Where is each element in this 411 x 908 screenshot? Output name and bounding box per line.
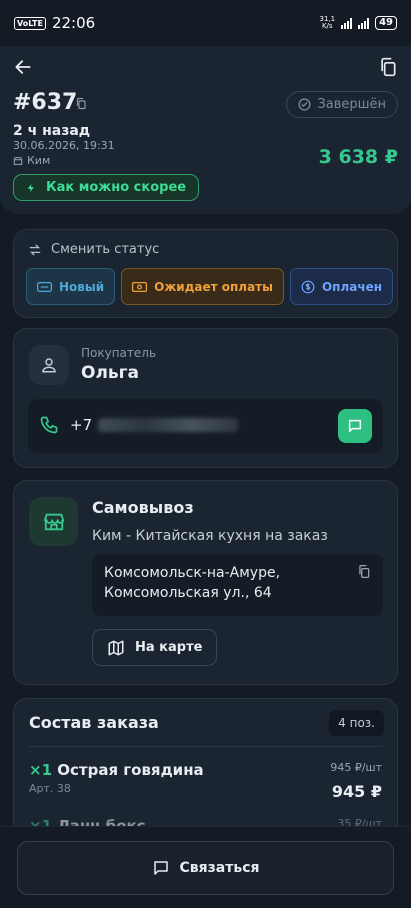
shop-name: Ким <box>13 154 50 167</box>
buyer-name: Ольга <box>81 363 140 383</box>
chat-icon <box>153 861 168 875</box>
phone-number: +7 <box>70 416 239 434</box>
pickup-address: Комсомольск-на-Амуре, Комсомольская ул.,… <box>92 554 383 616</box>
message-button[interactable] <box>338 409 372 443</box>
status-bar: VoLTE 22:06 31,1 K/s 49 <box>0 0 411 46</box>
order-total: 3 638 ₽ <box>318 146 398 168</box>
pickup-title: Самовывоз <box>92 498 194 517</box>
check-circle-icon <box>298 98 311 111</box>
map-icon <box>108 640 124 655</box>
contact-button[interactable]: Связаться <box>17 841 394 895</box>
clock: 22:06 <box>51 14 96 32</box>
pickup-store: Ким - Китайская кухня на заказ <box>92 528 328 544</box>
store-icon <box>13 156 23 165</box>
chat-icon <box>348 419 362 433</box>
status-chip-awaiting-payment[interactable]: Ожидает оплаты <box>121 268 284 305</box>
copy-icon <box>359 565 370 578</box>
pickup-card: Самовывоз Ким - Китайская кухня на заказ… <box>13 480 398 685</box>
item-article: Арт. 38 <box>29 782 71 795</box>
avatar <box>29 345 69 385</box>
buyer-card: Покупатель Ольга +7 <box>13 328 398 468</box>
asap-badge: Как можно скорее <box>13 174 200 201</box>
battery-icon: 49 <box>375 16 397 30</box>
list-item[interactable]: ×1 Острая говядина Арт. 38 945 ₽/шт 945 … <box>29 761 382 801</box>
swap-icon <box>29 244 41 255</box>
signal-4g-icon <box>358 17 370 29</box>
status-chip-paid[interactable]: Оплачен <box>289 268 394 305</box>
net-speed: 31,1 K/s <box>319 15 336 30</box>
item-unit-price: 945 ₽/шт <box>330 761 382 774</box>
copy-icon <box>76 97 86 110</box>
volte-icon: VoLTE <box>14 16 46 30</box>
copy-address-button[interactable] <box>357 564 371 585</box>
order-header: #637 Завершён 2 ч назад 30.06.2026, 19:3… <box>0 46 411 214</box>
items-count-badge: 4 поз. <box>329 710 384 736</box>
arrow-left-icon <box>15 60 31 74</box>
back-button[interactable] <box>10 54 36 80</box>
time-ago: 2 ч назад <box>13 123 91 139</box>
order-items-title: Состав заказа <box>29 713 159 732</box>
copy-order-button[interactable] <box>375 54 401 80</box>
phone-row[interactable]: +7 <box>28 399 383 453</box>
order-number: #637 <box>13 90 78 115</box>
divider <box>29 746 382 747</box>
map-button[interactable]: На карте <box>92 629 218 666</box>
order-datetime: 30.06.2026, 19:31 <box>13 139 115 152</box>
phone-blurred <box>98 418 239 432</box>
cash-icon <box>132 281 148 292</box>
phone-icon <box>40 416 58 434</box>
change-status-card: Сменить статус Новый Ожидает оплаты Опла… <box>13 229 398 318</box>
user-icon <box>42 358 56 373</box>
status-chip-new[interactable]: Новый <box>26 268 116 305</box>
buyer-label: Покупатель <box>81 346 157 360</box>
lightning-icon <box>27 183 34 192</box>
copy-icon <box>381 57 396 77</box>
footer: Связаться <box>0 826 411 908</box>
signal-icon <box>341 17 353 29</box>
coin-icon <box>301 280 315 293</box>
copy-order-number-button[interactable] <box>75 95 87 114</box>
store-icon <box>29 497 78 546</box>
change-status-title: Сменить статус <box>28 242 159 257</box>
status-badge: Завершён <box>286 91 398 118</box>
new-badge-icon <box>37 281 52 292</box>
item-sum: 945 ₽ <box>331 782 382 801</box>
